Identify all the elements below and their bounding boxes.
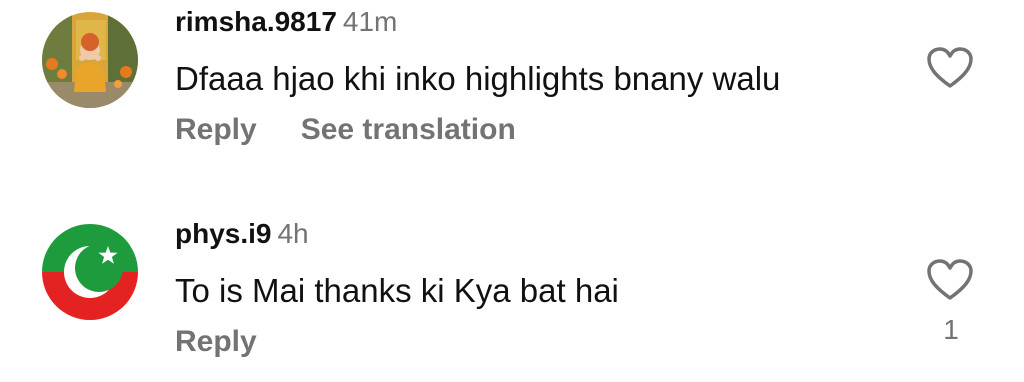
comment-header: rimsha.9817 41m bbox=[175, 6, 397, 38]
see-translation-button[interactable]: See translation bbox=[301, 113, 516, 146]
comment-actions: Reply See translation bbox=[175, 113, 516, 147]
comment-item: phys.i9 4h To is Mai thanks ki Kya bat ha… bbox=[0, 190, 1024, 382]
reply-button[interactable]: Reply bbox=[175, 113, 257, 146]
reply-button[interactable]: Reply bbox=[175, 325, 257, 358]
comment-header: phys.i9 4h bbox=[175, 218, 309, 250]
comment-text: Dfaaa hjao khi inko highlights bnany wal… bbox=[175, 60, 781, 97]
timestamp: 41m bbox=[342, 6, 398, 37]
timestamp: 4h bbox=[277, 218, 309, 249]
heart-outline-icon[interactable] bbox=[926, 258, 974, 302]
avatar[interactable] bbox=[42, 224, 138, 320]
comment-item: rimsha.9817 41m Dfaaa hjao khi inko highl… bbox=[0, 0, 1024, 190]
username[interactable]: phys.i9 bbox=[175, 218, 271, 249]
comment-actions: Reply bbox=[175, 325, 257, 359]
avatar[interactable] bbox=[42, 12, 138, 108]
username[interactable]: rimsha.9817 bbox=[175, 6, 337, 37]
heart-outline-icon[interactable] bbox=[926, 46, 974, 90]
comment-text: To is Mai thanks ki Kya bat hai bbox=[175, 272, 619, 309]
like-count: 1 bbox=[943, 314, 959, 345]
